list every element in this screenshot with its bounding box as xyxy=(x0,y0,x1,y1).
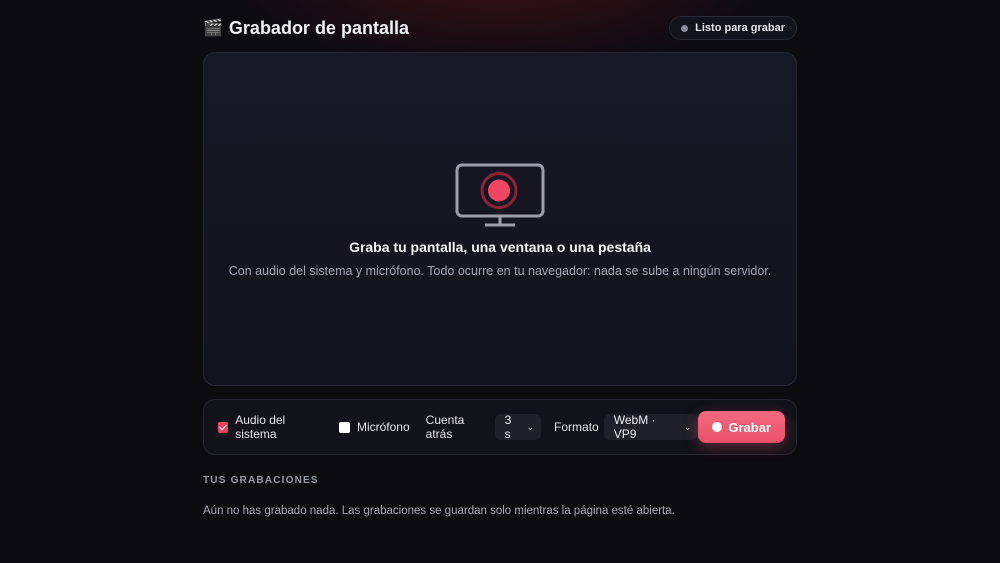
controls-bar: Audio del sistema Micrófono Cuenta atrás… xyxy=(203,399,797,455)
checkbox-checked-icon[interactable] xyxy=(218,421,229,433)
microphone-checkbox[interactable]: Micrófono xyxy=(338,420,410,434)
record-dot-icon xyxy=(712,422,723,432)
format-value: WebM · VP9 xyxy=(613,413,656,441)
page-title-text: Grabador de pantalla xyxy=(228,17,409,38)
clapperboard-icon: 🎬 xyxy=(203,20,223,37)
countdown-select[interactable]: 3 s ⌄ xyxy=(494,413,542,441)
monitor-record-icon xyxy=(455,163,545,227)
page-title: 🎬 Grabador de pantalla xyxy=(203,18,409,39)
preview-title: Graba tu pantalla, una ventana o una pes… xyxy=(349,239,651,255)
header: 🎬 Grabador de pantalla Listo para grabar xyxy=(203,14,797,42)
status-text: Listo para grabar xyxy=(695,22,785,34)
system-audio-label: Audio del sistema xyxy=(235,413,286,441)
status-badge: Listo para grabar xyxy=(669,16,797,40)
checkbox-unchecked-icon[interactable] xyxy=(338,421,350,433)
countdown-label: Cuenta atrás xyxy=(425,413,465,441)
recordings-empty-text: Aún no has grabado nada. Las grabaciones… xyxy=(203,505,675,517)
status-dot-icon xyxy=(681,24,689,32)
recordings-heading: TUS GRABACIONES xyxy=(203,475,319,486)
format-label: Formato xyxy=(554,420,599,434)
record-button-label: Grabar xyxy=(728,419,771,435)
system-audio-checkbox[interactable]: Audio del sistema xyxy=(218,413,323,441)
chevron-down-icon: ⌄ xyxy=(526,421,535,432)
record-button[interactable]: Grabar xyxy=(698,411,785,443)
microphone-label: Micrófono xyxy=(356,420,410,434)
format-select[interactable]: WebM · VP9 ⌄ xyxy=(603,413,699,441)
preview-area[interactable]: Graba tu pantalla, una ventana o una pes… xyxy=(203,52,797,386)
chevron-down-icon: ⌄ xyxy=(683,421,692,432)
countdown-value: 3 s xyxy=(504,413,512,441)
preview-subtitle: Con audio del sistema y micrófono. Todo … xyxy=(228,264,772,278)
